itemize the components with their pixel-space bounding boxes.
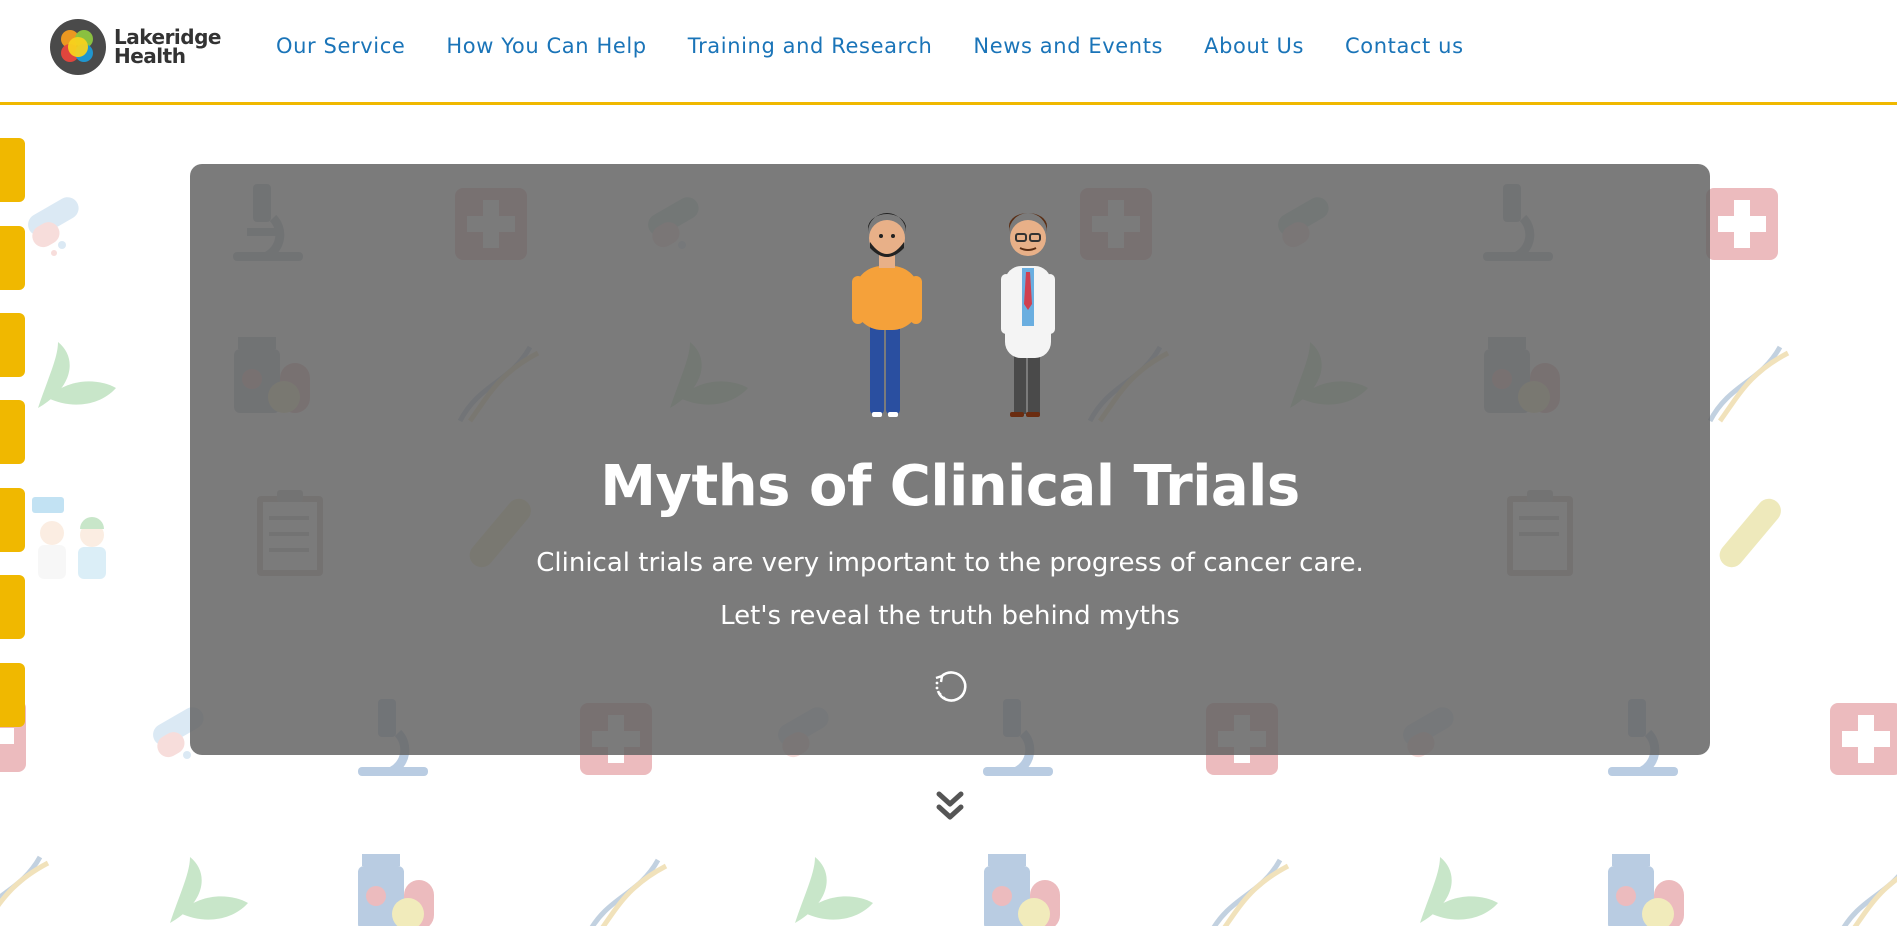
dna-icon (1841, 874, 1897, 926)
hero-title: Myths of Clinical Trials (600, 454, 1300, 519)
patient-and-doctor-illustration (852, 213, 1055, 417)
medicine-bottle-icon (1608, 854, 1684, 926)
side-tab-3[interactable] (0, 313, 25, 377)
side-tab-4[interactable] (0, 400, 25, 464)
site-header: Lakeridge Health Our Service How You Can… (0, 0, 1897, 105)
hero-subtitle-line-2: Let's reveal the truth behind myths (720, 601, 1180, 631)
pills-icon (28, 197, 79, 256)
side-tab-2[interactable] (0, 226, 25, 290)
nav-how-you-can-help[interactable]: How You Can Help (446, 34, 646, 58)
doctor-figure (1001, 213, 1055, 417)
side-tab-5[interactable] (0, 488, 25, 552)
side-tab-1[interactable] (0, 138, 25, 202)
side-tab-7[interactable] (0, 663, 25, 727)
side-tab-6[interactable] (0, 575, 25, 639)
hero-subtitle-line-1: Clinical trials are very important to th… (536, 548, 1364, 578)
medical-cross-icon (1830, 703, 1897, 775)
leaf-icon (1420, 857, 1498, 923)
dna-icon (1707, 345, 1790, 423)
lakeridge-health-logo[interactable]: Lakeridge Health (50, 18, 221, 76)
hero-card: Myths of Clinical Trials Clinical trials… (190, 164, 1710, 755)
nav-our-service[interactable]: Our Service (276, 34, 405, 58)
medical-cross-icon (1706, 188, 1778, 260)
refresh-icon[interactable] (928, 664, 972, 708)
medicine-bottle-icon (984, 854, 1060, 926)
test-tube-icon (1719, 498, 1781, 568)
double-chevron-down-icon[interactable] (935, 790, 965, 824)
leaf-icon (795, 857, 873, 923)
medicine-bottle-icon (358, 854, 434, 926)
logo-mark-icon (50, 19, 106, 75)
logo-wordmark: Lakeridge Health (114, 27, 221, 68)
dna-icon (0, 855, 50, 908)
patient-figure (852, 213, 922, 417)
nav-training-and-research[interactable]: Training and Research (688, 34, 933, 58)
dna-icon (589, 858, 668, 926)
doctor-patient-icon (32, 497, 106, 579)
leaf-icon (170, 857, 248, 923)
nav-contact-us[interactable]: Contact us (1345, 34, 1464, 58)
dna-icon (1211, 858, 1290, 926)
nav-about-us[interactable]: About Us (1204, 34, 1304, 58)
logo-line-2: Health (114, 44, 186, 68)
leaf-icon (38, 342, 116, 408)
main-nav: Our Service How You Can Help Training an… (276, 34, 1505, 58)
nav-news-and-events[interactable]: News and Events (973, 34, 1163, 58)
